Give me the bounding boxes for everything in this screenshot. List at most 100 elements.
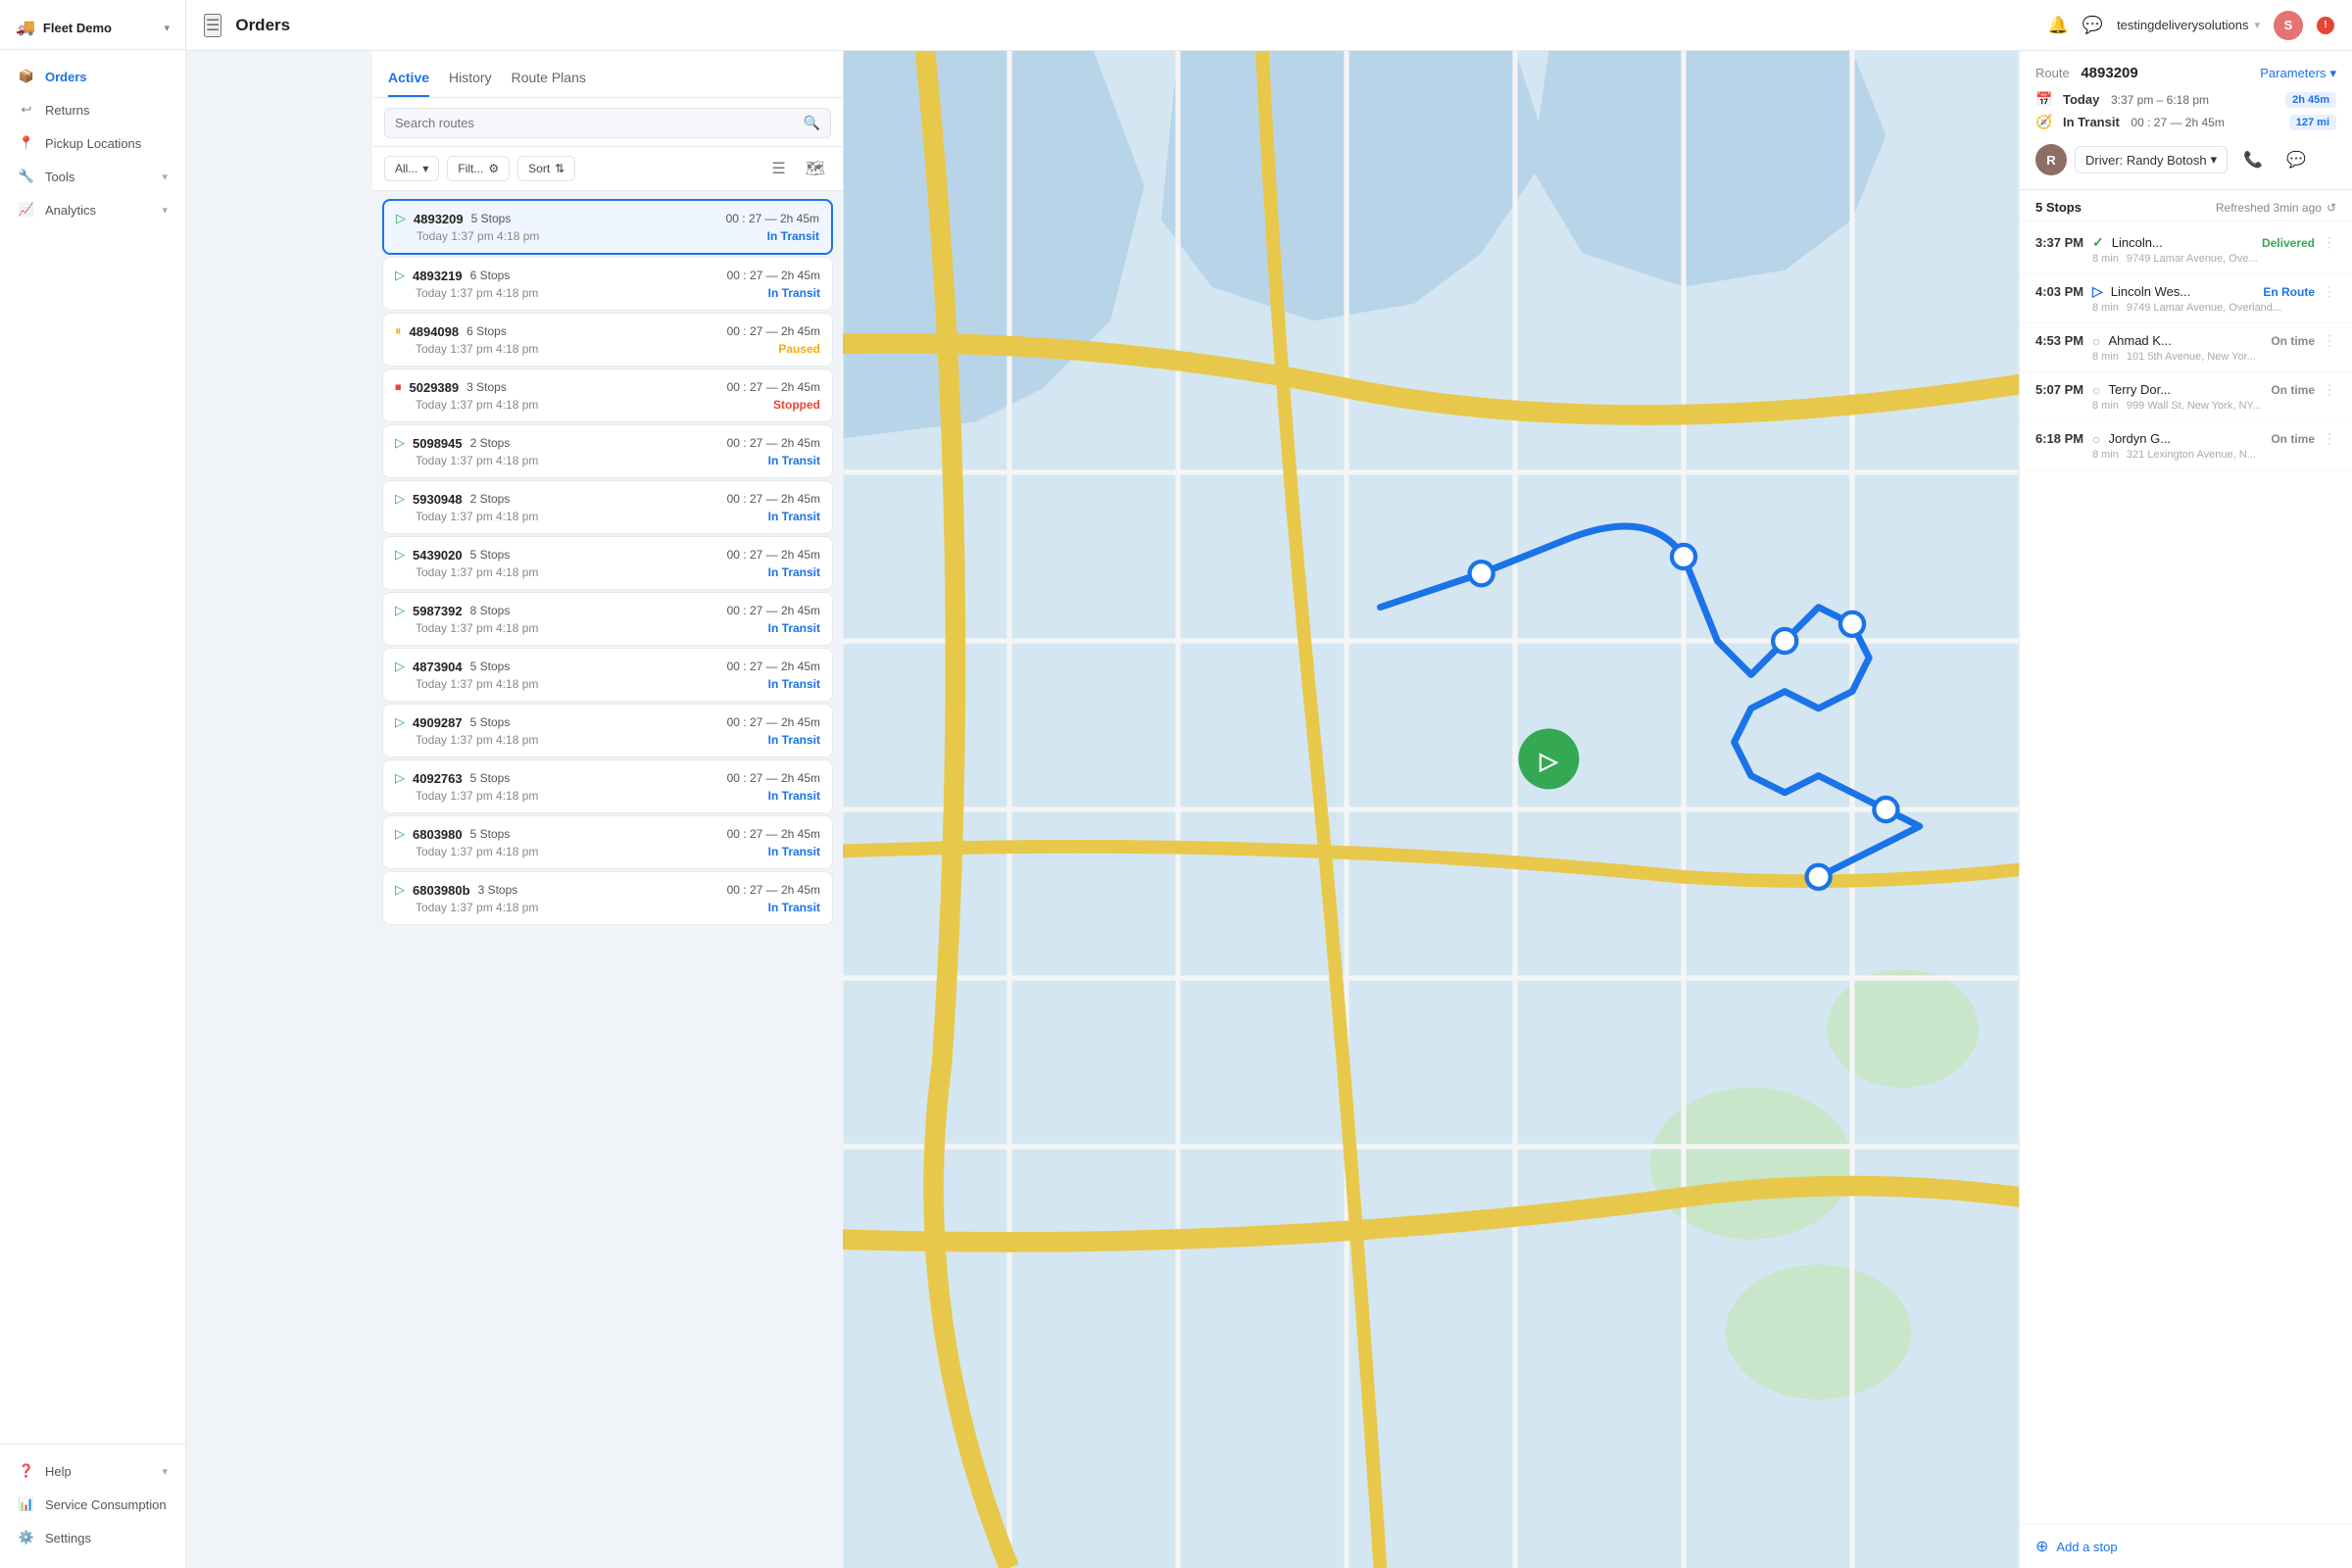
route-item[interactable]: ▷ 5439020 5 Stops 00 : 27 — 2h 45m Today… xyxy=(382,536,833,590)
all-filter-button[interactable]: All... ▾ xyxy=(384,156,439,181)
route-panel: Active History Route Plans 🔍 All... ▾ Fi… xyxy=(372,51,843,1568)
stop-time: 5:07 PM xyxy=(2035,382,2084,397)
sidebar-item-pickup-label: Pickup Locations xyxy=(45,136,141,151)
route-status-icon: ⏸ xyxy=(395,323,402,339)
sidebar-item-returns[interactable]: ↩ Returns xyxy=(0,93,185,126)
route-detail-panel: Route 4893209 Parameters ▾ 📅 Today 3:37 … xyxy=(2019,51,2352,1568)
sidebar-item-settings[interactable]: ⚙️ Settings xyxy=(0,1521,185,1554)
service-icon: 📊 xyxy=(18,1496,35,1512)
stop-status-icon: ▷ xyxy=(2092,283,2103,300)
sidebar-item-tools[interactable]: 🔧 Tools ▾ xyxy=(0,160,185,193)
route-item[interactable]: ▷ 4893219 6 Stops 00 : 27 — 2h 45m Today… xyxy=(382,257,833,311)
route-stops: 3 Stops xyxy=(478,883,518,897)
driver-avatar: R xyxy=(2035,144,2067,175)
stop-address: 9749 Lamar Avenue, Overland... xyxy=(2127,302,2336,314)
sort-button[interactable]: Sort ⇅ xyxy=(517,156,575,181)
stop-time: 6:18 PM xyxy=(2035,431,2084,446)
route-date: Today 1:37 pm 4:18 pm xyxy=(416,901,538,914)
route-item[interactable]: ⏹ 5029389 3 Stops 00 : 27 — 2h 45m Today… xyxy=(382,368,833,422)
add-stop-icon: ⊕ xyxy=(2035,1537,2048,1556)
transit-icon: 🧭 xyxy=(2035,114,2055,130)
stop-item[interactable]: 4:53 PM ○ Ahmad K... On time ⋮ 8 min 101… xyxy=(2020,323,2352,372)
phone-button[interactable]: 📞 xyxy=(2235,146,2271,173)
tab-history[interactable]: History xyxy=(449,70,492,97)
route-label: Route xyxy=(2035,66,2070,80)
route-tabs: Active History Route Plans xyxy=(372,51,843,98)
stop-menu-icon[interactable]: ⋮ xyxy=(2323,332,2336,349)
route-id: 5439020 xyxy=(413,548,463,563)
sidebar-item-service[interactable]: 📊 Service Consumption xyxy=(0,1488,185,1521)
route-item[interactable]: ▷ 4873904 5 Stops 00 : 27 — 2h 45m Today… xyxy=(382,648,833,702)
stop-item[interactable]: 5:07 PM ○ Terry Dor... On time ⋮ 8 min 9… xyxy=(2020,372,2352,421)
list-view-button[interactable]: ☰ xyxy=(765,155,791,182)
route-item[interactable]: ▷ 4893209 5 Stops 00 : 27 — 2h 45m Today… xyxy=(382,199,833,255)
route-item[interactable]: ▷ 4909287 5 Stops 00 : 27 — 2h 45m Today… xyxy=(382,704,833,758)
user-menu[interactable]: testingdeliverysolutions ▾ xyxy=(2117,18,2260,32)
add-stop-label: Add a stop xyxy=(2056,1540,2117,1554)
route-item[interactable]: ▷ 5987392 8 Stops 00 : 27 — 2h 45m Today… xyxy=(382,592,833,646)
route-status-text: In Transit xyxy=(768,565,820,579)
map-view-button[interactable]: 🗺 xyxy=(800,155,831,182)
fleet-chevron-icon: ▾ xyxy=(164,22,170,34)
stop-status-icon: ○ xyxy=(2092,333,2100,349)
sidebar-item-orders[interactable]: 📦 Orders xyxy=(0,60,185,93)
route-date: Today 1:37 pm 4:18 pm xyxy=(416,733,538,747)
sidebar-item-pickup[interactable]: 📍 Pickup Locations xyxy=(0,126,185,160)
sidebar-logo[interactable]: 🚚 Fleet Demo ▾ xyxy=(0,0,185,50)
stop-menu-icon[interactable]: ⋮ xyxy=(2323,234,2336,251)
refresh-icon[interactable]: ↺ xyxy=(2327,201,2336,215)
route-item[interactable]: ▷ 5930948 2 Stops 00 : 27 — 2h 45m Today… xyxy=(382,480,833,534)
all-filter-label: All... xyxy=(395,162,417,175)
stop-status: On time xyxy=(2271,432,2315,446)
route-time: 00 : 27 — 2h 45m xyxy=(727,827,820,841)
help-chevron-icon: ▾ xyxy=(162,1465,168,1478)
sidebar-item-help[interactable]: ❓ Help ▾ xyxy=(0,1454,185,1488)
filter-button[interactable]: Filt... ⚙ xyxy=(447,156,510,181)
filter-adjust-icon: ⚙ xyxy=(488,162,499,175)
route-item[interactable]: ⏸ 4894098 6 Stops 00 : 27 — 2h 45m Today… xyxy=(382,313,833,367)
search-input[interactable] xyxy=(395,116,796,130)
chat-icon[interactable]: 💬 xyxy=(2082,16,2103,35)
orders-icon: 📦 xyxy=(18,69,35,84)
tab-route-plans[interactable]: Route Plans xyxy=(512,70,586,97)
stop-item[interactable]: 4:03 PM ▷ Lincoln Wes... En Route ⋮ 8 mi… xyxy=(2020,274,2352,323)
tab-active[interactable]: Active xyxy=(388,70,429,97)
stop-time: 3:37 PM xyxy=(2035,235,2084,250)
route-stops: 5 Stops xyxy=(470,827,511,841)
route-status-icon: ▷ xyxy=(395,714,405,730)
route-status-text: In Transit xyxy=(768,845,820,858)
driver-name-button[interactable]: Driver: Randy Botosh ▾ xyxy=(2075,146,2228,173)
menu-icon[interactable]: ☰ xyxy=(204,14,221,37)
stop-name: Lincoln Wes... xyxy=(2111,284,2256,299)
returns-icon: ↩ xyxy=(18,102,35,118)
route-stops: 6 Stops xyxy=(466,324,507,338)
parameters-button[interactable]: Parameters ▾ xyxy=(2260,66,2336,81)
map-background[interactable]: ▷ xyxy=(843,51,2019,1568)
sidebar-item-analytics[interactable]: 📈 Analytics ▾ xyxy=(0,193,185,226)
route-item[interactable]: ▷ 4092763 5 Stops 00 : 27 — 2h 45m Today… xyxy=(382,760,833,813)
message-button[interactable]: 💬 xyxy=(2278,146,2314,173)
add-stop-row[interactable]: ⊕ Add a stop xyxy=(2020,1524,2352,1568)
route-item[interactable]: ▷ 6803980b 3 Stops 00 : 27 — 2h 45m Toda… xyxy=(382,871,833,925)
stop-time: 4:03 PM xyxy=(2035,284,2084,299)
route-item[interactable]: ▷ 6803980 5 Stops 00 : 27 — 2h 45m Today… xyxy=(382,815,833,869)
sidebar-item-analytics-label: Analytics xyxy=(45,203,96,218)
stop-menu-icon[interactable]: ⋮ xyxy=(2323,283,2336,300)
stop-menu-icon[interactable]: ⋮ xyxy=(2323,430,2336,447)
stop-menu-icon[interactable]: ⋮ xyxy=(2323,381,2336,398)
stop-status-icon: ○ xyxy=(2092,431,2100,447)
status-badge: ! xyxy=(2317,17,2334,34)
stop-status-icon: ✓ xyxy=(2092,234,2104,251)
notification-icon[interactable]: 🔔 xyxy=(2048,16,2069,35)
today-label-text: Today 3:37 pm – 6:18 pm xyxy=(2063,92,2278,107)
route-id: 4894098 xyxy=(410,324,460,339)
stop-item[interactable]: 6:18 PM ○ Jordyn G... On time ⋮ 8 min 32… xyxy=(2020,421,2352,470)
parameters-label: Parameters xyxy=(2260,66,2326,80)
stop-status-icon: ○ xyxy=(2092,382,2100,398)
stop-name: Jordyn G... xyxy=(2108,431,2263,446)
sidebar-bottom: ❓ Help ▾ 📊 Service Consumption ⚙️ Settin… xyxy=(0,1444,185,1568)
route-item[interactable]: ▷ 5098945 2 Stops 00 : 27 — 2h 45m Today… xyxy=(382,424,833,478)
stop-item[interactable]: 3:37 PM ✓ Lincoln... Delivered ⋮ 8 min 9… xyxy=(2020,225,2352,274)
analytics-chevron-icon: ▾ xyxy=(162,204,168,217)
route-time: 00 : 27 — 2h 45m xyxy=(727,604,820,617)
